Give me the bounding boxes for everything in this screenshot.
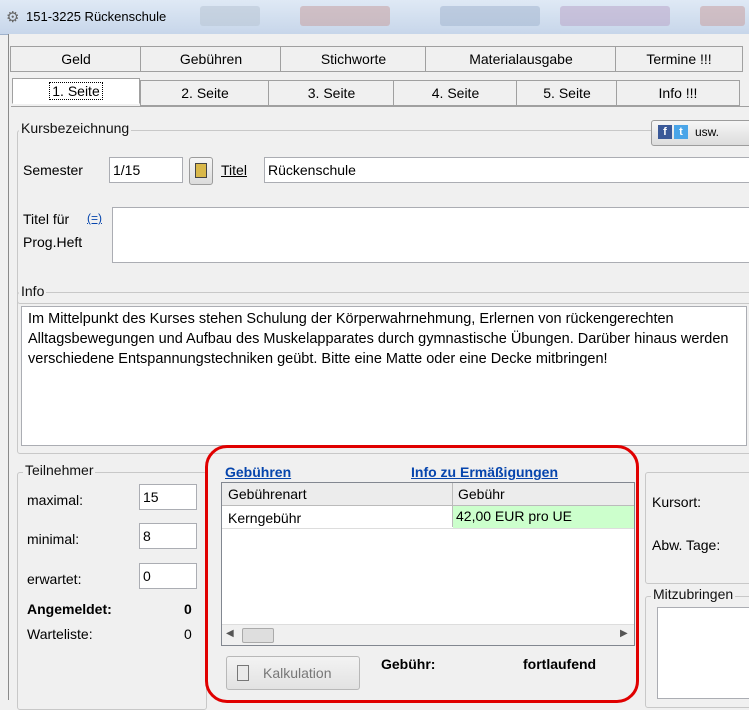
progheft-label: Prog.Heft [23,234,83,250]
mitzubringen-input[interactable] [657,607,749,699]
minimal-label: minimal: [27,531,80,547]
facebook-icon: f [658,125,672,139]
social-share-label: usw. [695,125,720,139]
warteliste-value: 0 [184,626,192,642]
tab-gebuehren[interactable]: Gebühren [140,46,282,72]
app-icon: ⚙ [6,9,20,26]
kursort-group [645,472,749,584]
titel-input[interactable]: Rückenschule [264,157,749,183]
semester-label: Semester [23,162,83,178]
semester-input[interactable]: 1/15 [109,157,183,183]
main-window: Geld Gebühren Stichworte Materialausgabe… [8,34,749,710]
semester-picker-button[interactable] [189,157,213,185]
tab-seite-4[interactable]: 4. Seite [393,80,518,106]
tab-seite-5[interactable]: 5. Seite [516,80,618,106]
tab-materialausgabe[interactable]: Materialausgabe [425,46,617,72]
kursbezeichnung-label: Kursbezeichnung [19,120,132,136]
titel-fuer-link[interactable]: (=) [87,211,102,225]
social-share-button[interactable]: f t usw. [651,120,749,146]
book-icon [195,163,207,178]
erwartet-input[interactable]: 0 [139,563,197,589]
warteliste-label: Warteliste: [27,626,93,642]
tab-termine[interactable]: Termine !!! [615,46,743,72]
tab-geld[interactable]: Geld [10,46,142,72]
info-label: Info [19,283,47,299]
mitzubringen-label: Mitzubringen [651,586,736,602]
highlight-annotation [205,445,639,703]
info-textarea[interactable]: Im Mittelpunkt des Kurses stehen Schulun… [21,306,747,446]
progheft-input[interactable] [112,207,749,263]
titel-label: Titel [221,162,247,178]
angemeldet-value: 0 [184,601,192,617]
tab-stichworte[interactable]: Stichworte [280,46,427,72]
twitter-icon: t [674,125,688,139]
title-bar: ⚙ 151-3225 Rückenschule [0,0,749,35]
abw-tage-label: Abw. Tage: [652,537,721,553]
erwartet-label: erwartet: [27,571,82,587]
teilnehmer-label: Teilnehmer [23,462,96,478]
tab-info[interactable]: Info !!! [616,80,740,106]
maximal-input[interactable]: 15 [139,484,197,510]
maximal-label: maximal: [27,492,84,508]
minimal-input[interactable]: 8 [139,523,197,549]
tab-seite-1[interactable]: 1. Seite [12,78,140,104]
angemeldet-label: Angemeldet: [27,601,112,617]
tab-seite-2[interactable]: 2. Seite [140,80,270,106]
tab-seite-3[interactable]: 3. Seite [268,80,395,106]
kursort-label: Kursort: [652,494,702,510]
titel-fuer-label: Titel für [23,211,70,227]
window-title: 151-3225 Rückenschule [26,9,167,24]
